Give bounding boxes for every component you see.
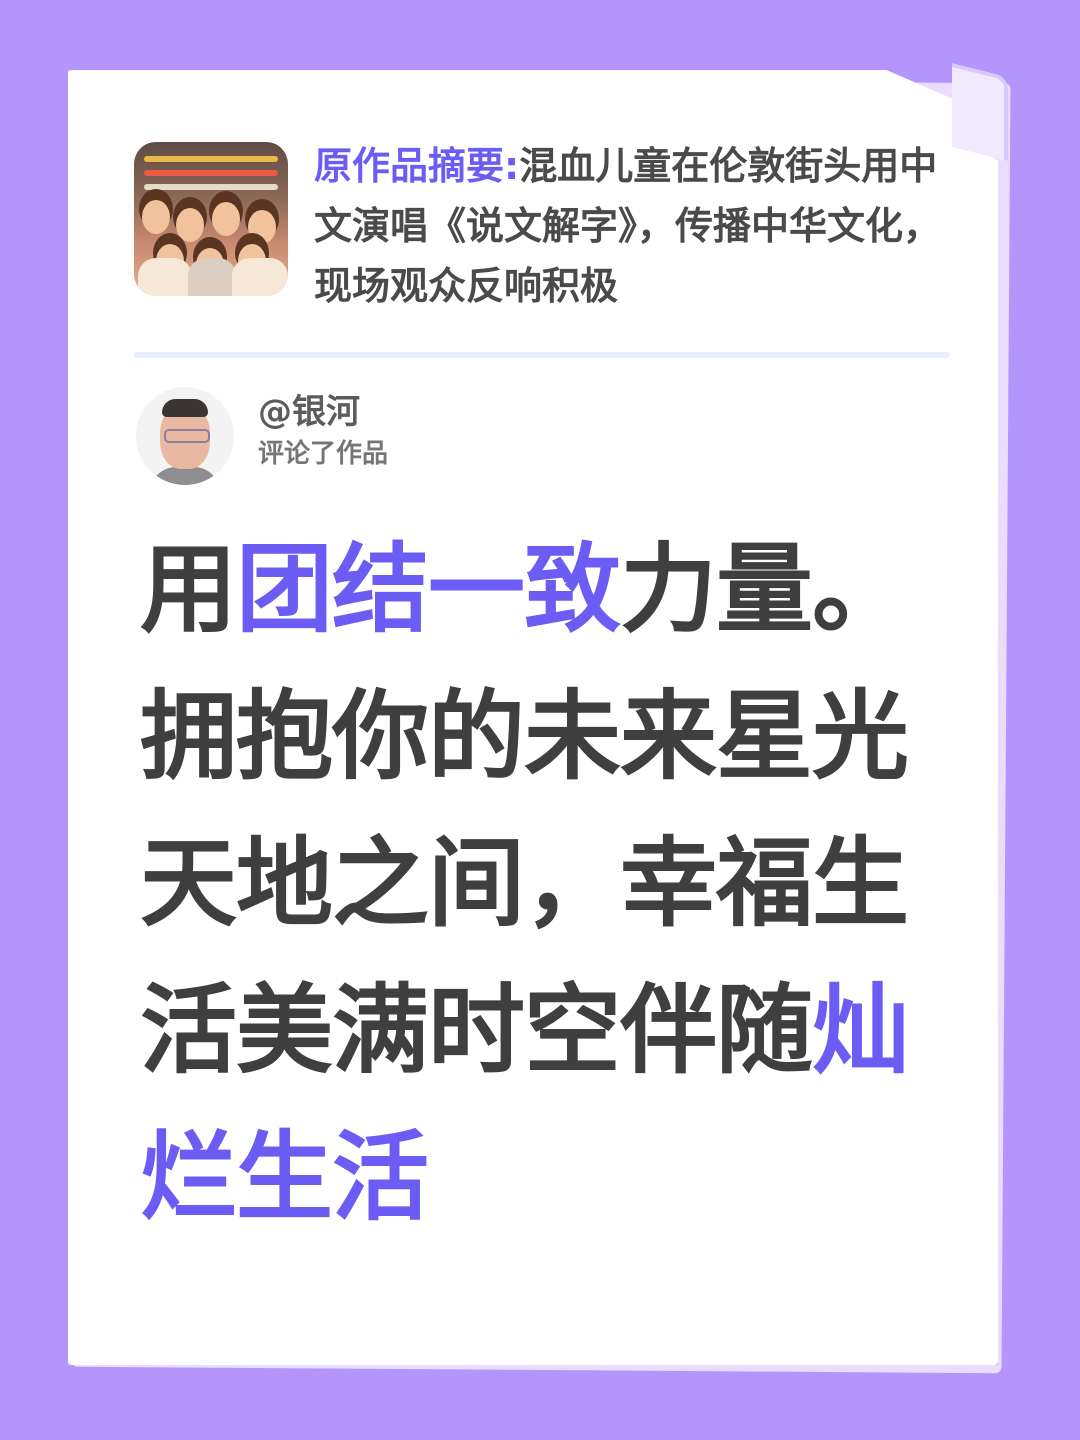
username[interactable]: @银河 [258,393,388,431]
child-face [212,202,240,236]
child-shirt [188,258,236,296]
comment-text: 用 [140,533,237,646]
thumbnail-caption-strip [144,170,278,176]
paper-curl [952,63,1008,161]
comment-action: 评论了作品 [258,439,389,469]
comment-line: 拥抱你的未来星光 [140,680,909,793]
comment-text: 活美满时空伴随 [140,974,813,1087]
original-work-summary[interactable]: 原作品摘要:混血儿童在伦敦街头用中文演唱《说文解字》，传播中华文化，现场观众反响… [134,142,954,316]
child-shirt [138,258,192,296]
comment-line: 烂生活 [140,1121,429,1234]
child-face [142,200,170,234]
child-face [248,210,276,244]
avatar[interactable] [136,387,234,485]
avatar-shirt [150,467,220,485]
child-shirt [232,258,288,296]
comment-line: 天地之间，幸福生 [140,827,909,940]
comment-line: 活美满时空伴随灿 [140,957,920,1104]
comment-body: 用团结一致力量。 拥抱你的未来星光 天地之间，幸福生 活美满时空伴随灿 烂生活 [140,516,920,1251]
comment-text: 力量。 [620,533,909,646]
thumbnail-caption-strip [144,156,278,162]
thumbnail-caption-strip [144,184,278,190]
divider [134,352,950,358]
summary-label: 原作品摘要: [314,144,520,188]
author-info: @银河 评论了作品 [258,393,389,469]
avatar-glasses [164,429,210,443]
comment-author[interactable]: @银河 评论了作品 [136,387,388,485]
child-face [176,208,204,242]
highlight-text: 团结一致 [236,533,621,646]
summary-text: 原作品摘要:混血儿童在伦敦街头用中文演唱《说文解字》，传播中华文化，现场观众反响… [314,136,954,316]
comment-line: 用团结一致力量。 [140,516,920,663]
video-thumbnail[interactable] [134,142,288,296]
avatar-hair [162,399,208,417]
highlight-text: 灿 [812,974,909,1087]
